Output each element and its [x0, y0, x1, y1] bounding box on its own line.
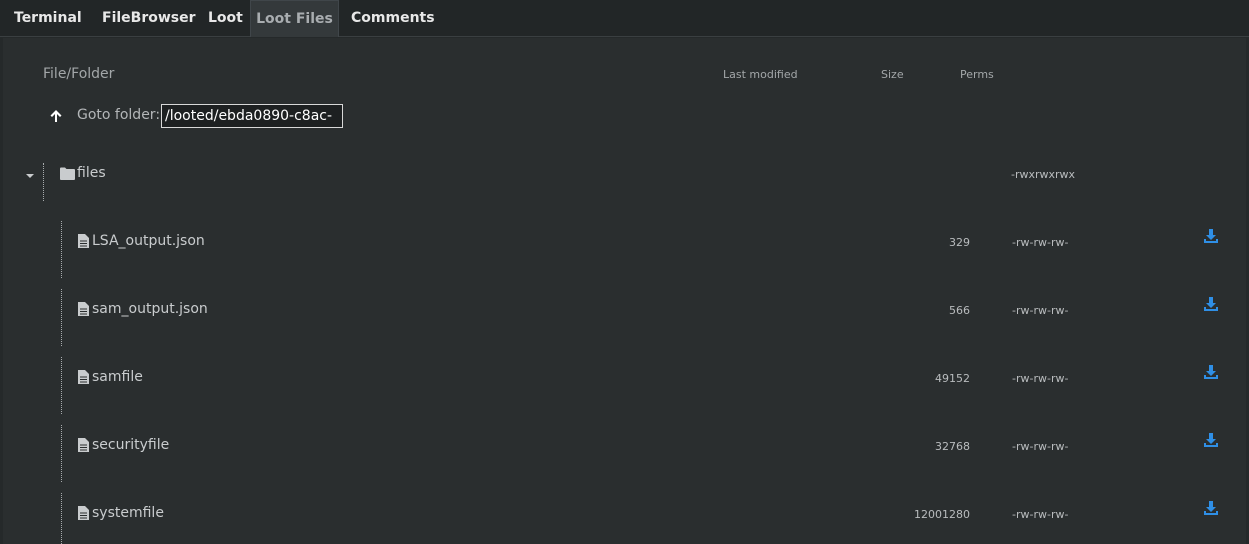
file-size: 329	[949, 236, 970, 249]
file-name[interactable]: sam_output.json	[92, 301, 208, 317]
file-perms: -rw-rw-rw-	[1012, 508, 1069, 521]
column-header-size[interactable]: Size	[881, 68, 904, 81]
download-icon[interactable]	[1203, 432, 1219, 448]
download-icon[interactable]	[1203, 296, 1219, 312]
download-icon[interactable]	[1203, 228, 1219, 244]
caret-down-icon[interactable]	[25, 172, 35, 180]
tree-guide-line	[61, 357, 62, 414]
goto-folder-input[interactable]	[161, 104, 343, 128]
file-icon	[78, 370, 89, 384]
file-size: 49152	[935, 372, 970, 385]
tab-comments[interactable]: Comments	[351, 0, 435, 37]
file-perms: -rw-rw-rw-	[1012, 372, 1069, 385]
download-icon[interactable]	[1203, 364, 1219, 380]
file-name[interactable]: systemfile	[92, 505, 164, 521]
file-icon	[78, 234, 89, 248]
folder-name[interactable]: files	[77, 165, 106, 181]
file-icon	[78, 438, 89, 452]
tab-loot[interactable]: Loot	[208, 0, 243, 37]
file-perms: -rw-rw-rw-	[1012, 304, 1069, 317]
column-header-modified[interactable]: Last modified	[723, 68, 798, 81]
tree-guide-line	[61, 493, 62, 544]
column-header-perms[interactable]: Perms	[960, 68, 994, 81]
tab-bar: Terminal FileBrowser Loot Loot Files Com…	[0, 0, 1249, 37]
tree-guide-line	[61, 289, 62, 346]
file-perms: -rw-rw-rw-	[1012, 236, 1069, 249]
file-size: 32768	[935, 440, 970, 453]
tree-guide-line	[61, 221, 62, 278]
column-header-name[interactable]: File/Folder	[43, 66, 114, 82]
tree-guide-line	[43, 163, 44, 201]
tab-filebrowser[interactable]: FileBrowser	[102, 0, 196, 37]
file-size: 12001280	[914, 508, 970, 521]
arrow-up-icon[interactable]	[48, 108, 64, 124]
tab-terminal[interactable]: Terminal	[14, 0, 82, 37]
file-icon	[78, 506, 89, 520]
file-name[interactable]: securityfile	[92, 437, 169, 453]
download-icon[interactable]	[1203, 500, 1219, 516]
goto-folder-label: Goto folder:	[77, 107, 161, 123]
folder-perms: -rwxrwxrwx	[1011, 168, 1076, 181]
file-name[interactable]: LSA_output.json	[92, 233, 205, 249]
tree-guide-line	[61, 425, 62, 482]
file-size: 566	[949, 304, 970, 317]
file-icon	[78, 302, 89, 316]
folder-icon	[60, 167, 75, 180]
file-perms: -rw-rw-rw-	[1012, 440, 1069, 453]
tab-loot-files[interactable]: Loot Files	[250, 0, 339, 37]
file-name[interactable]: samfile	[92, 369, 143, 385]
